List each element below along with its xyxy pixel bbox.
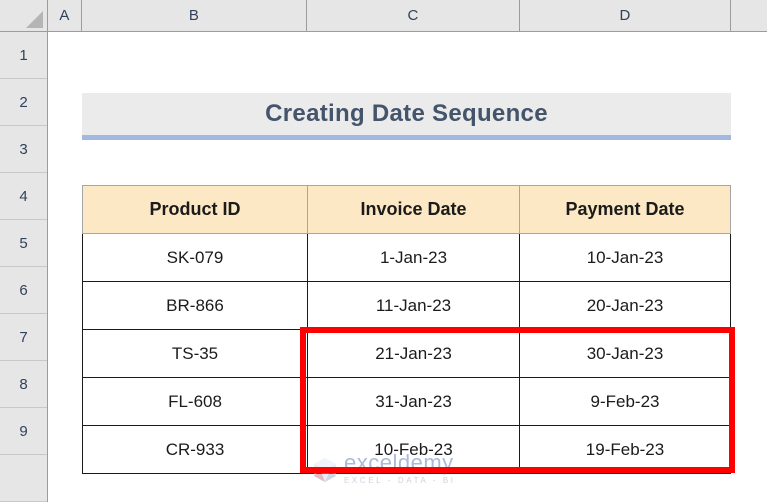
cell-payment-date[interactable]: 9-Feb-23 xyxy=(519,377,731,426)
cell-payment-date[interactable]: 19-Feb-23 xyxy=(519,425,731,474)
cell-invoice-date[interactable]: 10-Feb-23 xyxy=(307,425,520,474)
table-row: BR-866 11-Jan-23 20-Jan-23 xyxy=(82,281,731,330)
cell-product-id[interactable]: BR-866 xyxy=(82,281,308,330)
cell-payment-date[interactable]: 10-Jan-23 xyxy=(519,233,731,282)
table-row: FL-608 31-Jan-23 9-Feb-23 xyxy=(82,377,731,426)
cell-product-id[interactable]: FL-608 xyxy=(82,377,308,426)
title-banner-cell[interactable]: Creating Date Sequence xyxy=(82,93,731,140)
row-header-1[interactable]: 1 xyxy=(0,32,47,79)
row-header-3[interactable]: 3 xyxy=(0,126,47,173)
select-all-triangle-icon xyxy=(26,11,43,28)
column-header-strip: A B C D xyxy=(0,0,767,32)
column-header-b[interactable]: B xyxy=(82,0,307,31)
row-header-9[interactable]: 9 xyxy=(0,408,47,455)
column-header-e[interactable] xyxy=(731,0,767,31)
row-header-7[interactable]: 7 xyxy=(0,314,47,361)
column-header-invoice-date[interactable]: Invoice Date xyxy=(307,185,520,234)
cell-payment-date[interactable]: 30-Jan-23 xyxy=(519,329,731,378)
row-header-4[interactable]: 4 xyxy=(0,173,47,220)
select-all-corner[interactable] xyxy=(0,0,48,31)
column-header-product-id[interactable]: Product ID xyxy=(82,185,308,234)
row-header-8[interactable]: 8 xyxy=(0,361,47,408)
table-row: TS-35 21-Jan-23 30-Jan-23 xyxy=(82,329,731,378)
column-header-d[interactable]: D xyxy=(520,0,731,31)
table-row: SK-079 1-Jan-23 10-Jan-23 xyxy=(82,233,731,282)
page-title: Creating Date Sequence xyxy=(265,100,548,127)
row-header-6[interactable]: 6 xyxy=(0,267,47,314)
column-header-payment-date[interactable]: Payment Date xyxy=(519,185,731,234)
cell-invoice-date[interactable]: 21-Jan-23 xyxy=(307,329,520,378)
cell-payment-date[interactable]: 20-Jan-23 xyxy=(519,281,731,330)
column-header-a[interactable]: A xyxy=(48,0,82,31)
column-header-c[interactable]: C xyxy=(307,0,520,31)
cell-product-id[interactable]: CR-933 xyxy=(82,425,308,474)
cell-product-id[interactable]: SK-079 xyxy=(82,233,308,282)
table-row: CR-933 10-Feb-23 19-Feb-23 xyxy=(82,425,731,474)
cell-invoice-date[interactable]: 31-Jan-23 xyxy=(307,377,520,426)
data-table: Product ID Invoice Date Payment Date SK-… xyxy=(82,185,731,474)
cell-product-id[interactable]: TS-35 xyxy=(82,329,308,378)
cell-invoice-date[interactable]: 11-Jan-23 xyxy=(307,281,520,330)
table-header-row: Product ID Invoice Date Payment Date xyxy=(82,185,731,234)
cell-invoice-date[interactable]: 1-Jan-23 xyxy=(307,233,520,282)
row-header-strip: 1 2 3 4 5 6 7 8 9 xyxy=(0,32,48,502)
spreadsheet-canvas: Creating Date Sequence Product ID Invoic… xyxy=(0,0,767,502)
row-header-5[interactable]: 5 xyxy=(0,220,47,267)
row-header-10[interactable] xyxy=(0,455,47,502)
row-header-2[interactable]: 2 xyxy=(0,79,47,126)
